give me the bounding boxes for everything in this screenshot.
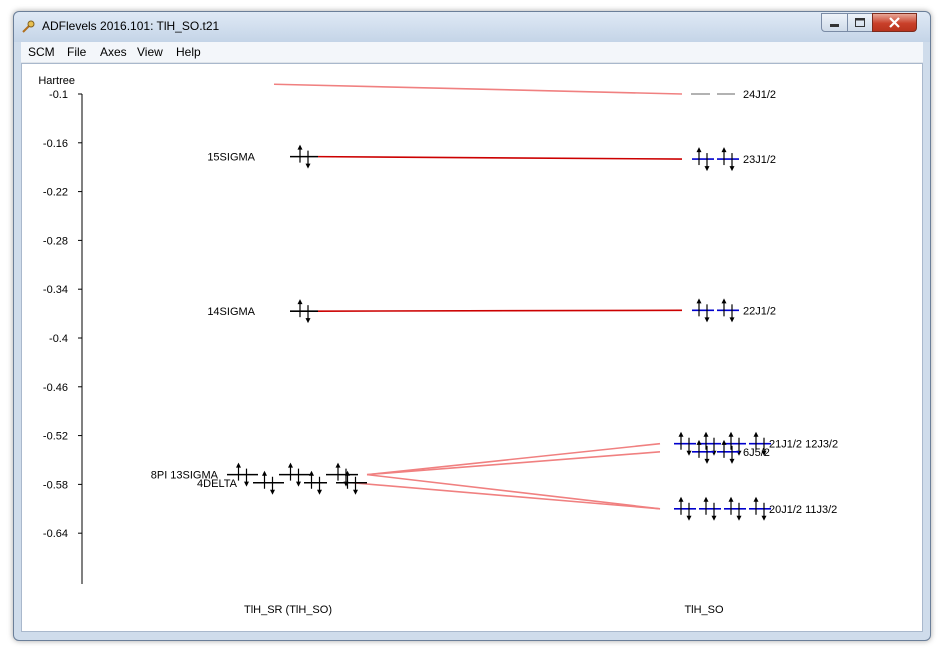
spin-down-arrowhead <box>704 317 710 323</box>
spin-up-arrowhead <box>335 462 341 468</box>
spin-down-arrowhead <box>761 515 767 521</box>
spin-up-arrowhead <box>678 431 684 437</box>
right-level-21j12-12j32-label: 21J1/2 12J3/2 <box>769 439 838 451</box>
y-tick-label: -0.22 <box>43 187 68 199</box>
spin-down-arrowhead <box>704 166 710 172</box>
spin-down-arrowhead <box>317 489 322 495</box>
spin-up-arrowhead <box>703 496 709 502</box>
spin-up-arrowhead <box>721 439 727 445</box>
spin-down-arrowhead <box>244 481 249 487</box>
menu-scm[interactable]: SCM <box>28 45 55 59</box>
y-tick-label: -0.64 <box>43 528 68 540</box>
y-tick-label: -0.1 <box>49 89 68 101</box>
spin-up-arrowhead <box>696 439 702 445</box>
spin-up-arrowhead <box>721 298 727 304</box>
y-tick-label: -0.16 <box>43 138 68 150</box>
right-level-24j12-label: 24J1/2 <box>743 89 776 101</box>
column-label-left: TlH_SR (TlH_SO) <box>244 604 332 616</box>
app-window: ADFlevels 2016.101: TlH_SO.t21 SCM File … <box>13 11 931 641</box>
spin-up-arrowhead <box>696 298 702 304</box>
spin-up-arrowhead <box>703 431 709 437</box>
spin-down-arrowhead <box>729 166 735 172</box>
y-tick-label: -0.4 <box>49 333 68 345</box>
y-axis-title: Hartree <box>38 75 75 87</box>
spin-down-arrowhead <box>305 318 311 324</box>
spin-up-arrowhead <box>721 147 727 153</box>
maximize-icon <box>855 18 865 27</box>
connector-to-24j12 <box>273 83 683 95</box>
spin-down-arrowhead <box>736 515 742 521</box>
minimize-icon <box>830 24 839 27</box>
spin-down-arrowhead <box>270 489 275 495</box>
spin-down-arrowhead <box>686 450 692 456</box>
spin-up-arrowhead <box>678 496 684 502</box>
close-icon <box>889 17 900 28</box>
spin-up-arrowhead <box>262 470 267 476</box>
energy-level-diagram[interactable]: Hartree -0.1 -0.16 -0.22 -0.28 -0.34 -0.4 -0.46… <box>22 64 922 631</box>
y-tick-label: -0.46 <box>43 382 68 394</box>
spin-up-arrowhead <box>753 431 759 437</box>
connector-14sigma-22j12 <box>317 309 683 312</box>
spin-up-arrowhead <box>236 462 241 468</box>
spin-up-arrowhead <box>288 462 293 468</box>
spin-up-arrowhead <box>753 496 759 502</box>
app-icon <box>22 20 35 33</box>
menu-bar: SCM File Axes View Help <box>21 42 923 63</box>
right-level-22j12-label: 22J1/2 <box>743 305 776 317</box>
y-tick-label: -0.58 <box>43 479 68 491</box>
left-level-14sigma-label: 14SIGMA <box>207 306 255 318</box>
connector-cluster-20j12 <box>366 473 661 510</box>
y-tick-label: -0.34 <box>43 284 68 296</box>
menu-view[interactable]: View <box>137 45 163 59</box>
spin-up-arrowhead <box>728 496 734 502</box>
spin-down-arrowhead <box>711 515 717 521</box>
close-button[interactable] <box>872 13 917 32</box>
spin-down-arrowhead <box>296 481 301 487</box>
left-level-15sigma-label: 15SIGMA <box>207 152 255 164</box>
spin-up-arrowhead <box>696 147 702 153</box>
menu-help[interactable]: Help <box>176 45 201 59</box>
connector-cluster-20j12b <box>351 481 661 510</box>
window-title: ADFlevels 2016.101: TlH_SO.t21 <box>42 19 220 33</box>
spin-down-arrowhead <box>704 458 710 464</box>
left-level-4delta-label: 4DELTA <box>197 478 238 490</box>
spin-up-arrowhead <box>728 431 734 437</box>
maximize-button[interactable] <box>847 13 873 32</box>
spin-down-arrowhead <box>729 317 735 323</box>
spin-down-arrowhead <box>729 458 735 464</box>
right-level-6j52-label: 6J5/2 <box>743 447 770 459</box>
spin-down-arrowhead <box>305 163 311 169</box>
right-level-23j12-label: 23J1/2 <box>743 154 776 166</box>
spin-down-arrowhead <box>686 515 692 521</box>
spin-up-arrowhead <box>297 299 303 305</box>
menu-file[interactable]: File <box>67 45 86 59</box>
spin-down-arrowhead <box>353 489 358 495</box>
connector-cluster-21j12 <box>366 442 661 476</box>
connector-15sigma-23j12 <box>317 155 683 160</box>
connector-cluster-6j52 <box>366 451 661 476</box>
y-tick-label: -0.28 <box>43 235 68 247</box>
spin-up-arrowhead <box>297 144 303 150</box>
minimize-button[interactable] <box>821 13 848 32</box>
title-bar[interactable]: ADFlevels 2016.101: TlH_SO.t21 <box>14 12 930 42</box>
right-level-20j12-11j32-label: 20J1/2 11J3/2 <box>769 504 837 516</box>
levels-plot-area[interactable]: Hartree -0.1 -0.16 -0.22 -0.28 -0.34 -0.4 -0.46… <box>21 63 923 632</box>
spin-up-arrowhead <box>309 470 314 476</box>
y-tick-label: -0.52 <box>43 431 68 443</box>
menu-axes[interactable]: Axes <box>100 45 127 59</box>
column-label-right: TlH_SO <box>684 604 724 616</box>
